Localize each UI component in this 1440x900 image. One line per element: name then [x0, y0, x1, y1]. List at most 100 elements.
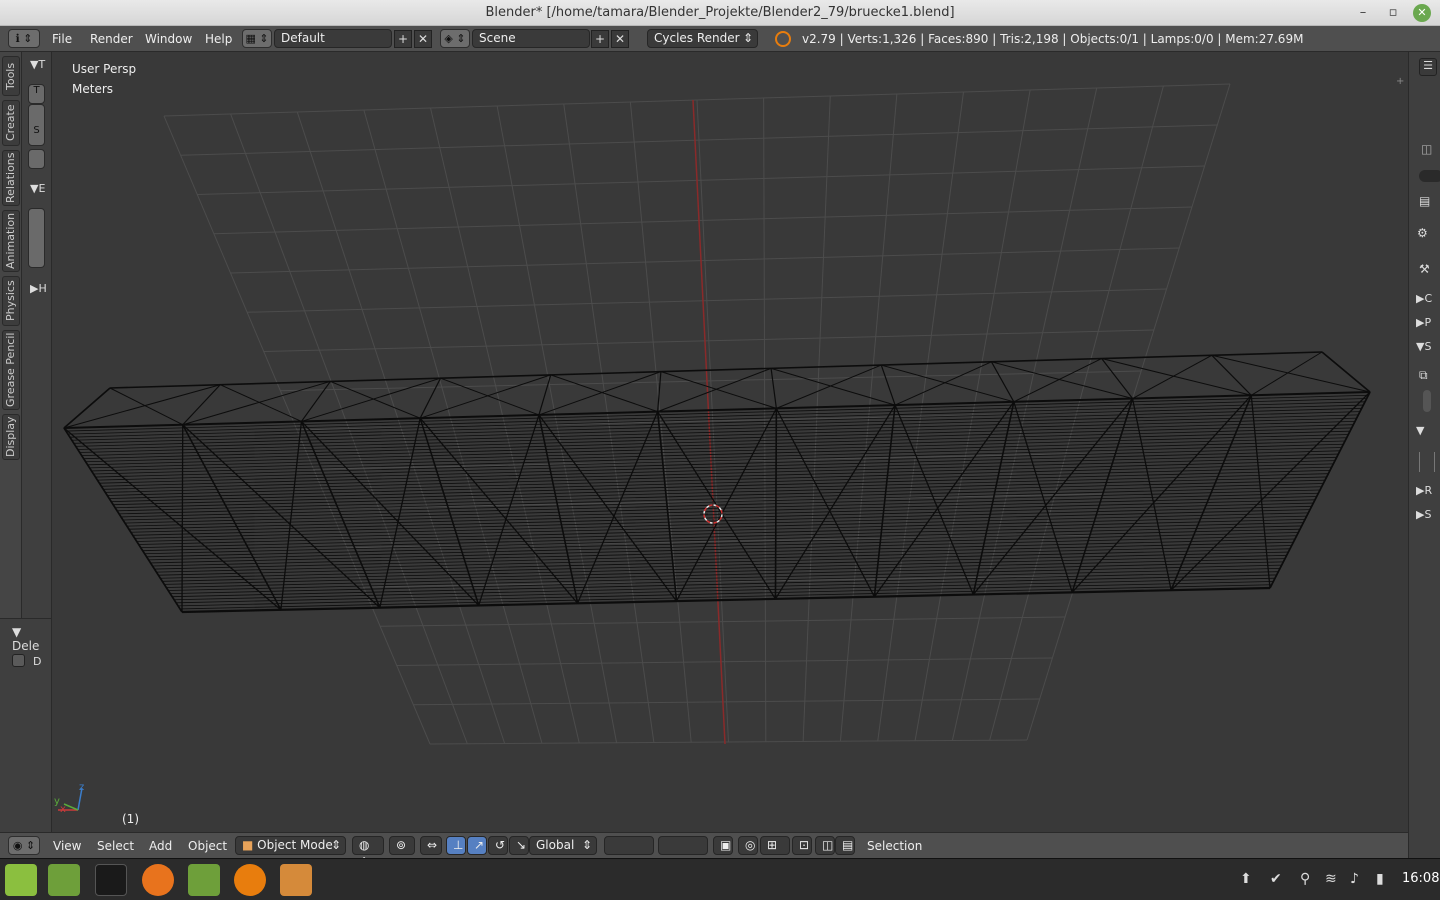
editor-type-3d-icon[interactable]: ◉ ⇕ — [8, 836, 40, 855]
scrollbar[interactable] — [1423, 390, 1431, 412]
folder-icon[interactable] — [188, 864, 220, 896]
panel-header-label: E — [38, 182, 46, 195]
mode-label: Object Mode — [257, 838, 333, 852]
scene-name-field[interactable]: Scene — [472, 29, 590, 48]
remove-layout-icon[interactable]: ✕ — [414, 30, 432, 48]
tab-display[interactable]: Display — [2, 414, 20, 460]
transform-orientation-select[interactable]: Global ⇕ — [529, 836, 597, 855]
manipulator-translate-icon[interactable]: ⊥ — [446, 836, 466, 855]
tab-create[interactable]: Create — [2, 100, 20, 146]
object-mode-icon: ■ — [242, 838, 258, 852]
editor-type-info-icon[interactable]: ℹ ⇕ — [8, 29, 40, 48]
terminal-icon[interactable] — [95, 864, 127, 896]
render-icon[interactable]: ◫ — [1421, 142, 1432, 156]
panel-header-edit[interactable]: ▼E — [30, 182, 45, 195]
menu-window[interactable]: Window — [145, 32, 192, 46]
pivot-point-select[interactable]: ⊚ — [389, 836, 415, 855]
info-icon: ℹ — [15, 32, 20, 45]
menu-object[interactable]: Object — [188, 839, 227, 853]
tool-button[interactable]: T — [28, 84, 45, 104]
firefox-icon[interactable] — [142, 864, 174, 896]
3d-view-header: ◉ ⇕ View Select Add Object ■ Object Mode… — [0, 832, 1408, 869]
blender-logo-icon — [775, 31, 791, 47]
3d-viewport[interactable]: User Persp Meters (1) y z x + — [52, 52, 1408, 832]
archive-manager-icon[interactable] — [280, 864, 312, 896]
layer-buttons-left[interactable] — [604, 836, 654, 855]
redshift-icon[interactable]: ⚲ — [1300, 871, 1310, 887]
layer-icon[interactable]: ⧉ — [1419, 368, 1428, 383]
menu-add[interactable]: Add — [149, 839, 172, 853]
snap-element-select[interactable]: ⊞ — [760, 836, 790, 855]
add-layout-icon[interactable]: + — [394, 30, 412, 48]
viewport-canvas[interactable] — [52, 52, 1408, 832]
wifi-icon[interactable]: ≋ — [1325, 871, 1337, 887]
update-icon[interactable]: ⬆ — [1240, 871, 1252, 887]
panel-collapsed-p[interactable]: ▶P — [1416, 316, 1431, 329]
tool-button[interactable] — [28, 208, 45, 268]
properties-editor-strip: ☰ ◫ ▤ ⚙ ⚒ ▶C ▶P ▼S ⧉ ▼ ▶R ▶S — [1408, 52, 1440, 858]
layout-name-field[interactable]: Default — [274, 29, 392, 48]
toggle-switch[interactable] — [1419, 170, 1440, 182]
clock: 16:08 — [1402, 871, 1440, 886]
panel-collapsed-c[interactable]: ▶C — [1416, 292, 1432, 305]
manipulator-rotate-icon[interactable]: ↺ — [488, 836, 508, 855]
viewport-shading-select[interactable]: ◍ ⇕ — [352, 836, 384, 869]
minimize-button[interactable]: – — [1354, 4, 1372, 22]
screen-layout-icon[interactable]: ▦ ⇕ — [242, 29, 272, 48]
interaction-mode-select[interactable]: ■ Object Mode ⇕ — [235, 836, 346, 855]
operator-checkbox[interactable] — [12, 654, 25, 667]
panel-header-transform[interactable]: ▼T — [30, 58, 45, 71]
tab-physics[interactable]: Physics — [2, 276, 20, 326]
operator-panel: ▼ Dele D — [0, 618, 52, 832]
taskbar: ⬆ ✔ ⚲ ≋ ♪ ▮ 16:08 — [0, 858, 1440, 900]
panel-collapsed-s2[interactable]: ▶S — [1416, 508, 1431, 521]
panel-collapsed-r[interactable]: ▶R — [1416, 484, 1432, 497]
chevron-updown-icon: ⇕ — [330, 838, 341, 852]
layer-lock-icon[interactable]: ▣ — [713, 836, 733, 855]
volume-icon[interactable]: ♪ — [1350, 871, 1359, 887]
outliner-icon[interactable]: ☰ — [1419, 58, 1437, 76]
modifier-icon[interactable]: ⚒ — [1419, 262, 1430, 276]
tool-button[interactable] — [28, 149, 45, 169]
menu-help[interactable]: Help — [205, 32, 232, 46]
menu-render[interactable]: Render — [90, 32, 133, 46]
restore-button[interactable]: ▫ — [1384, 4, 1402, 22]
region-toggle-icon[interactable]: + — [1396, 76, 1406, 87]
tab-grease-pencil[interactable]: Grease Pencil — [2, 330, 20, 410]
start-menu-icon[interactable] — [5, 864, 37, 896]
blender-app-icon[interactable] — [234, 864, 266, 896]
layer-buttons-right[interactable] — [658, 836, 708, 855]
menu-select[interactable]: Select — [97, 839, 134, 853]
remove-scene-icon[interactable]: ✕ — [611, 30, 629, 48]
menu-file[interactable]: File — [52, 32, 72, 46]
close-button[interactable]: ✕ — [1413, 4, 1431, 22]
operator-panel-header[interactable]: ▼ Dele — [12, 625, 51, 653]
panel-expanded[interactable]: ▼ — [1416, 424, 1424, 437]
tool-button[interactable]: S — [28, 104, 45, 146]
battery-icon[interactable]: ▮ — [1376, 871, 1384, 887]
tab-tools[interactable]: Tools — [2, 56, 20, 96]
scene-icon[interactable]: ◈ ⇕ — [440, 29, 470, 48]
render-animation-icon[interactable]: ▤ — [835, 836, 855, 855]
panel-header-history[interactable]: ▶H — [30, 282, 47, 295]
panel-header-label: H — [38, 282, 47, 295]
snap-toggle[interactable]: ⇔ — [420, 836, 442, 855]
orientation-label: Global — [536, 838, 575, 852]
proportional-edit-icon[interactable]: ◎ — [738, 836, 758, 855]
snap-target-icon[interactable]: ⊡ — [792, 836, 812, 855]
properties-context-icon[interactable]: ▤ — [1419, 194, 1430, 208]
tab-animation[interactable]: Animation — [2, 210, 20, 272]
tab-relations[interactable]: Relations — [2, 150, 20, 206]
render-preview-icon[interactable]: ◫ — [815, 836, 835, 855]
panel-collapsed-s[interactable]: ▼S — [1416, 340, 1431, 353]
files-icon[interactable] — [48, 864, 80, 896]
slider-handle[interactable] — [1419, 452, 1435, 472]
render-engine-select[interactable]: Cycles Render ⇕ — [647, 29, 758, 48]
object-data-icon[interactable]: ⚙ — [1417, 226, 1428, 240]
shield-icon[interactable]: ✔ — [1270, 871, 1282, 887]
add-scene-icon[interactable]: + — [591, 30, 609, 48]
manipulator-scale-icon[interactable]: ↘ — [509, 836, 529, 855]
manipulator-move-icon[interactable]: ↗ — [467, 836, 487, 855]
axis-label-x: x — [60, 804, 66, 815]
menu-view[interactable]: View — [53, 839, 81, 853]
